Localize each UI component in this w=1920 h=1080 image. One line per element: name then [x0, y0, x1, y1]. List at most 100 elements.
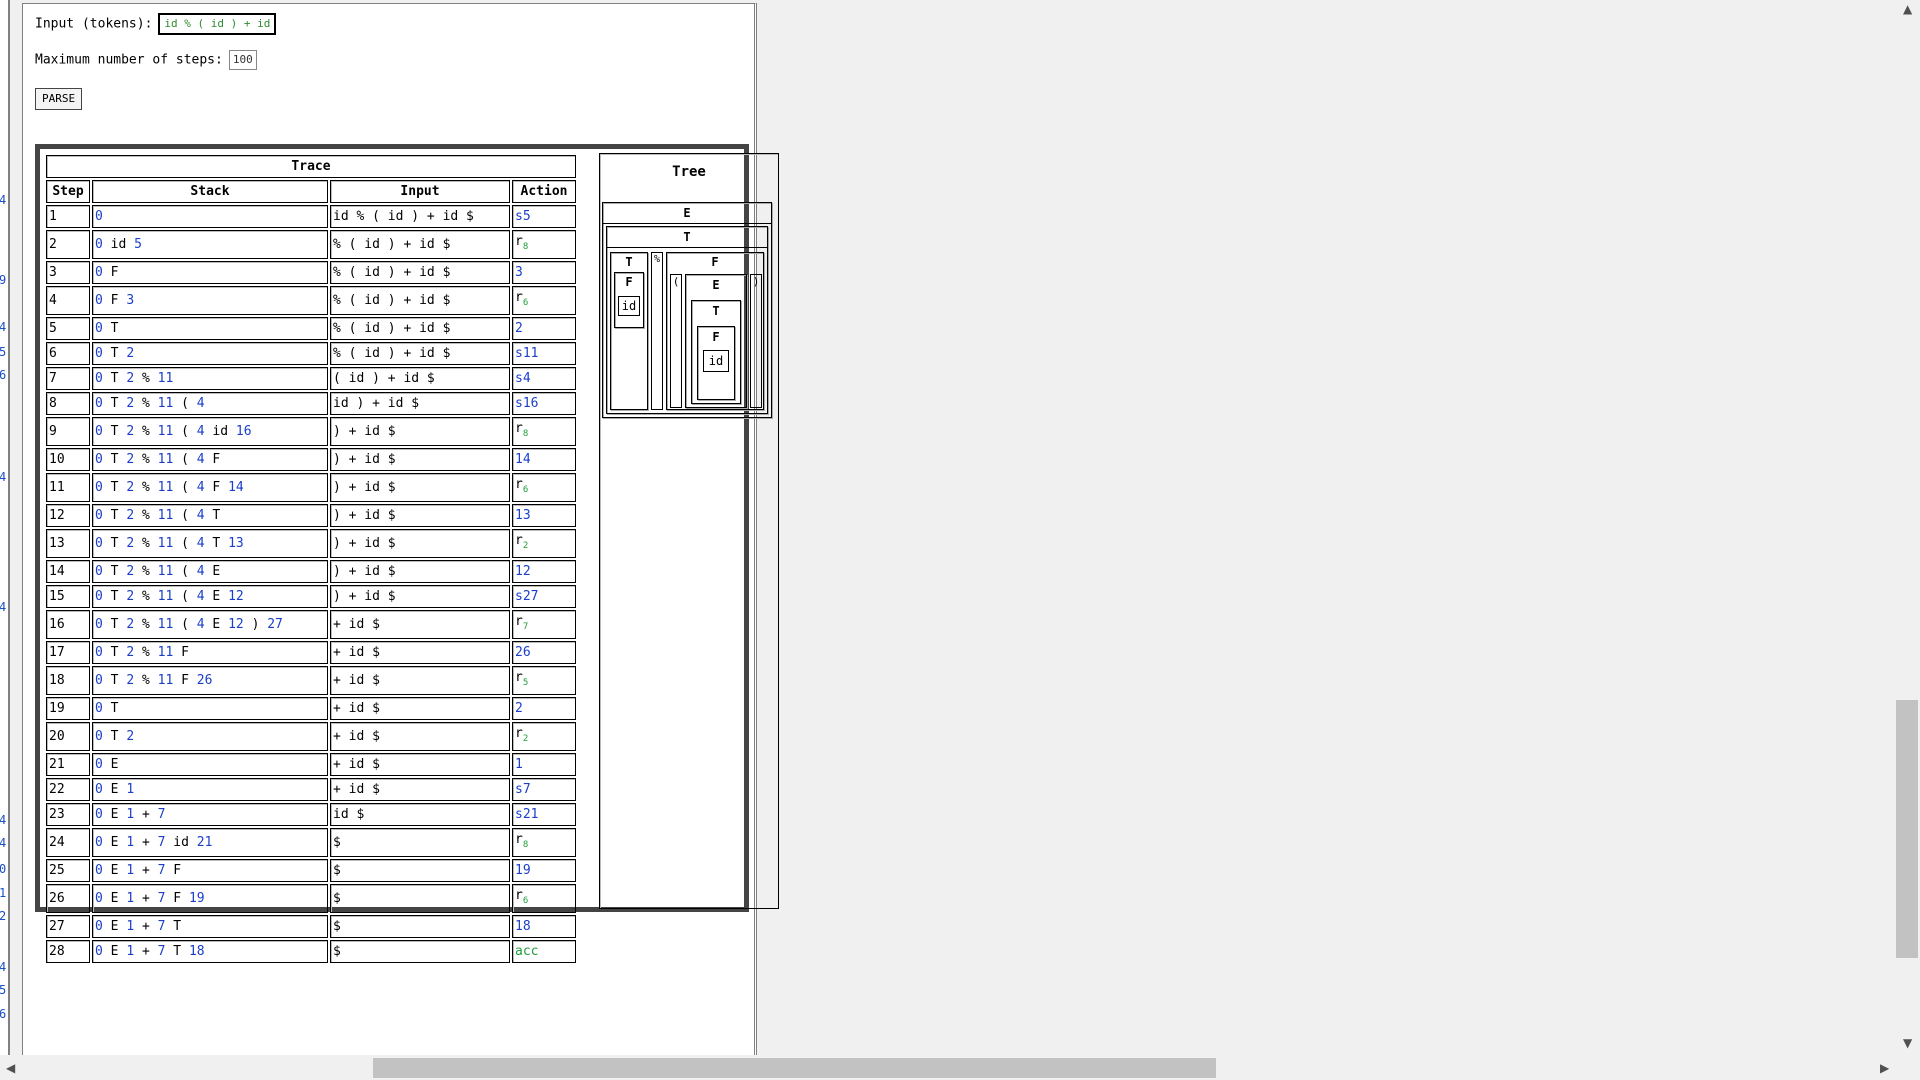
action-cell: 1 — [512, 753, 576, 776]
left-frame-digit: 4 — [0, 960, 7, 974]
step-cell: 3 — [46, 261, 90, 284]
stack-symbol: + — [141, 891, 150, 906]
trace-row: 16 0 T 2 % 11 ( 4 E 12 ) 27 + id $ r7 — [46, 610, 576, 639]
step-cell: 26 — [46, 884, 90, 913]
trace-row: 24 0 E 1 + 7 id 21 $ r8 — [46, 828, 576, 857]
scroll-right-arrow-icon[interactable]: ▶ — [1880, 1061, 1889, 1075]
parse-button[interactable]: PARSE — [35, 88, 83, 110]
input-cell: % ( id ) + id $ — [330, 286, 510, 315]
action-label: r — [515, 477, 523, 492]
horizontal-scroll-thumb[interactable] — [373, 1058, 1216, 1078]
stack-symbol: E — [110, 757, 119, 772]
scroll-up-arrow-icon[interactable]: ▲ — [1903, 2, 1912, 16]
stack-symbol: E — [110, 835, 119, 850]
vertical-scroll-thumb[interactable] — [1896, 700, 1918, 958]
input-cell: id % ( id ) + id $ — [330, 205, 510, 228]
action-cell: s11 — [512, 342, 576, 365]
tokens-input[interactable]: id % ( id ) + id — [158, 13, 277, 35]
stack-symbol: T — [110, 371, 119, 386]
stack-state: 0 — [95, 564, 103, 579]
scroll-down-arrow-icon[interactable]: ▼ — [1903, 1036, 1912, 1050]
stack-state: 2 — [126, 729, 135, 744]
steps-label: Maximum number of steps: — [35, 52, 223, 68]
input-cell: + id $ — [330, 666, 510, 695]
action-cell: s4 — [512, 367, 576, 390]
trace-row: 20 0 T 2 + id $ r2 — [46, 722, 576, 751]
stack-symbol: E — [110, 891, 119, 906]
stack-symbol: E — [110, 919, 119, 934]
action-cell: r2 — [512, 529, 576, 558]
header-action: Action — [512, 180, 576, 203]
trace-row: 26 0 E 1 + 7 F 19 $ r6 — [46, 884, 576, 913]
input-cell: ( id ) + id $ — [330, 367, 510, 390]
action-subscript: 5 — [522, 678, 529, 688]
stack-cell: 0 E — [92, 753, 328, 776]
tree-leaf-mod: % — [651, 252, 663, 410]
action-cell: 2 — [512, 697, 576, 720]
stack-symbol: ( — [181, 508, 189, 523]
stack-symbol: T — [173, 944, 182, 959]
stack-symbol: T — [110, 508, 119, 523]
stack-symbol: % — [141, 617, 150, 632]
stack-symbol: % — [141, 564, 150, 579]
input-cell: $ — [330, 940, 510, 963]
trace-row: 13 0 T 2 % 11 ( 4 T 13) + id $ r2 — [46, 529, 576, 558]
input-cell: ) + id $ — [330, 504, 510, 527]
header-input: Input — [330, 180, 510, 203]
action-label: s7 — [515, 782, 531, 797]
input-cell: + id $ — [330, 697, 510, 720]
stack-state: 0 — [95, 480, 103, 495]
stack-state: 1 — [126, 807, 135, 822]
stack-symbol: + — [141, 807, 150, 822]
max-steps-input[interactable]: 100 — [228, 50, 257, 70]
action-label: r — [515, 290, 523, 305]
stack-state: 0 — [95, 293, 103, 308]
action-cell: 2 — [512, 317, 576, 340]
step-cell: 4 — [46, 286, 90, 315]
left-frame-digit: 4 — [0, 470, 7, 484]
action-cell: 14 — [512, 448, 576, 471]
tree-leaf-id-left: id — [618, 296, 640, 316]
stack-state: 0 — [95, 346, 103, 361]
action-cell: r8 — [512, 230, 576, 259]
stack-symbol: E — [212, 589, 221, 604]
trace-row: 40 F 3% ( id ) + id $ r6 — [46, 286, 576, 315]
input-cell: ) + id $ — [330, 473, 510, 502]
stack-symbol: % — [141, 452, 150, 467]
action-label: 2 — [515, 321, 523, 336]
stack-symbol: E — [110, 863, 119, 878]
stack-state: 2 — [126, 564, 135, 579]
trace-row: 1 0 id % ( id ) + id $ s5 — [46, 205, 576, 228]
action-cell: r8 — [512, 828, 576, 857]
action-label: 18 — [515, 919, 531, 934]
stack-symbol: T — [110, 589, 119, 604]
stack-state: 0 — [95, 835, 103, 850]
step-cell: 2 — [46, 230, 90, 259]
stack-state: 2 — [126, 452, 135, 467]
stack-symbol: E — [110, 944, 119, 959]
stack-symbol: + — [141, 919, 150, 934]
stack-cell: 0 T 2 % 11 ( 4 E 12 ) 27 — [92, 610, 328, 639]
stack-state: 0 — [95, 782, 103, 797]
action-label: 14 — [515, 452, 531, 467]
trace-row: 80 T 2 % 11 ( 4 id ) + id $ s16 — [46, 392, 576, 415]
parser-panel: Input (tokens): id % ( id ) + id Maximum … — [22, 3, 779, 1055]
stack-symbol: T — [110, 645, 119, 660]
stack-cell: 0 T 2 — [92, 722, 328, 751]
action-label: r — [515, 614, 523, 629]
stack-symbol: ( — [181, 396, 189, 411]
scroll-left-arrow-icon[interactable]: ◀ — [6, 1061, 15, 1075]
input-cell: % ( id ) + id $ — [330, 230, 510, 259]
input-cell: + id $ — [330, 610, 510, 639]
input-cell: ) + id $ — [330, 417, 510, 446]
input-cell: + id $ — [330, 753, 510, 776]
step-cell: 19 — [46, 697, 90, 720]
trace-row: 15 0 T 2 % 11 ( 4 E 12) + id $ s27 — [46, 585, 576, 608]
stack-symbol: ( — [181, 536, 189, 551]
left-frame-digit: 2 — [0, 909, 7, 923]
action-cell: r6 — [512, 884, 576, 913]
action-label: r — [515, 234, 523, 249]
step-cell: 7 — [46, 367, 90, 390]
action-label: 3 — [515, 265, 523, 280]
left-frame-digit: 5 — [0, 345, 7, 359]
